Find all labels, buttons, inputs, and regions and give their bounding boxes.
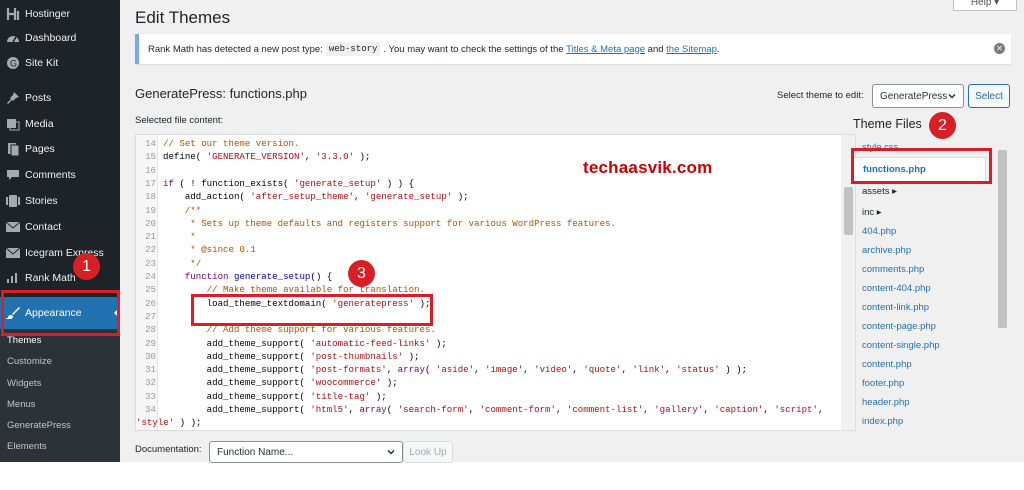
submenu-customize[interactable]: Customize <box>7 356 52 367</box>
sidebar-item-sitekit[interactable]: G Site Kit <box>0 50 120 76</box>
file-link[interactable]: content-404.php <box>862 283 931 294</box>
sidebar-item-dashboard[interactable]: Dashboard <box>0 25 120 51</box>
step-badge-1: 1 <box>73 253 100 280</box>
dashboard-icon <box>7 36 19 43</box>
code-editor[interactable]: 14// Set our theme version. 15 define( 'G… <box>135 134 856 431</box>
sidebar-item-comments[interactable]: Comments <box>0 162 120 188</box>
pin-icon <box>7 92 19 104</box>
dismiss-icon[interactable]: ✕ <box>994 43 1005 54</box>
sitemap-link[interactable]: the Sitemap <box>666 44 717 55</box>
sidebar-item-label: Pages <box>25 143 55 155</box>
appearance-submenu: Themes Customize Widgets Menus GenerateP… <box>0 329 120 462</box>
wp-admin-page: Help ▾ Edit Themes Rank Math has detecte… <box>0 0 1024 490</box>
files-scrollbar[interactable] <box>997 138 1008 432</box>
help-button[interactable]: Help ▾ <box>953 0 1017 11</box>
theme-select[interactable]: GeneratePress <box>872 84 964 108</box>
footer-area <box>0 462 1024 490</box>
notice-text: . <box>716 43 720 55</box>
notice-code: web-story <box>325 42 381 56</box>
file-link[interactable]: content-link.php <box>862 302 929 313</box>
highlight-functions-file <box>851 148 992 184</box>
submenu-generatepress[interactable]: GeneratePress <box>7 420 71 431</box>
sidebar-item-posts[interactable]: Posts <box>0 85 120 111</box>
notice-text: . You may want to check the settings of … <box>383 43 564 55</box>
look-up-button[interactable]: Look Up <box>403 441 453 463</box>
sidebar-item-label: Stories <box>25 195 58 207</box>
file-link[interactable]: content-page.php <box>862 321 936 332</box>
sidebar-item-label: Hostinger <box>25 8 70 20</box>
sidebar-item-label: Posts <box>25 92 52 104</box>
file-link[interactable]: archive.php <box>862 245 911 256</box>
sitekit-icon: G <box>7 57 19 69</box>
sidebar-item-rankmath[interactable]: Rank Math <box>0 265 120 291</box>
media-icon <box>7 119 20 131</box>
hostinger-icon <box>6 8 20 20</box>
sidebar-item-pages[interactable]: Pages <box>0 136 120 162</box>
select-theme-label: Select theme to edit: <box>777 90 864 101</box>
file-link[interactable]: comments.php <box>862 264 924 275</box>
sidebar-item-label: Media <box>25 118 54 130</box>
pages-icon <box>8 143 20 156</box>
sidebar-item-media[interactable]: Media <box>0 111 120 137</box>
submenu-themes[interactable]: Themes <box>7 335 41 346</box>
file-link[interactable]: index.php <box>862 416 903 427</box>
file-link[interactable]: header.php <box>862 397 910 408</box>
theme-files-title: Theme Files <box>853 117 922 131</box>
sidebar-item-stories[interactable]: Stories <box>0 188 120 214</box>
admin-sidebar: Hostinger Dashboard G Site Kit Posts Med… <box>0 0 120 462</box>
sidebar-item-label: Contact <box>25 221 62 233</box>
folder-item[interactable]: assets ▸ <box>862 186 897 197</box>
file-title: GeneratePress: functions.php <box>135 86 307 101</box>
notice-text: Rank Math has detected a new post type: <box>148 43 323 55</box>
notice-text: and <box>647 43 664 55</box>
stories-icon <box>6 195 20 207</box>
submenu-menus[interactable]: Menus <box>7 399 36 410</box>
sidebar-item-label: Comments <box>25 169 76 181</box>
sidebar-item-contact[interactable]: Contact <box>0 214 120 240</box>
main-content: Help ▾ Edit Themes Rank Math has detecte… <box>120 0 1024 490</box>
sidebar-item-hostinger[interactable]: Hostinger <box>0 1 120 27</box>
sidebar-item-label: Site Kit <box>25 57 59 69</box>
step-badge-3: 3 <box>348 260 375 287</box>
icegram-icon <box>5 247 21 258</box>
file-link[interactable]: content.php <box>862 359 912 370</box>
highlight-code-line <box>191 294 433 326</box>
sidebar-item-label: Rank Math <box>25 272 76 284</box>
function-name-select[interactable]: Function Name... <box>209 441 403 463</box>
function-name-placeholder: Function Name... <box>217 446 294 458</box>
comment-icon <box>7 170 19 180</box>
step-badge-2: 2 <box>929 112 956 139</box>
select-button[interactable]: Select <box>968 84 1010 108</box>
chevron-down-icon <box>948 93 956 99</box>
titles-meta-link[interactable]: Titles & Meta page <box>566 44 645 55</box>
rankmath-notice: Rank Math has detected a new post type: … <box>135 34 1011 64</box>
file-link[interactable]: 404.php <box>862 226 896 237</box>
submenu-elements[interactable]: Elements <box>7 441 47 452</box>
mail-icon <box>5 221 21 232</box>
page-title: Edit Themes <box>135 8 231 27</box>
submenu-widgets[interactable]: Widgets <box>7 378 41 389</box>
file-link[interactable]: content-single.php <box>862 340 940 351</box>
chart-icon <box>7 273 17 283</box>
svg-text:G: G <box>10 59 17 69</box>
folder-item[interactable]: inc ▸ <box>862 207 882 218</box>
watermark-text: techaasvik.com <box>583 158 713 177</box>
highlight-appearance <box>1 290 120 336</box>
file-link[interactable]: footer.php <box>862 378 904 389</box>
selected-file-label: Selected file content: <box>135 115 224 126</box>
sidebar-item-label: Dashboard <box>25 32 77 44</box>
chevron-down-icon <box>387 449 395 455</box>
documentation-label: Documentation: <box>135 444 202 455</box>
theme-select-value: GeneratePress <box>880 90 948 102</box>
sidebar-item-icegram[interactable]: Icegram Express <box>0 240 120 266</box>
